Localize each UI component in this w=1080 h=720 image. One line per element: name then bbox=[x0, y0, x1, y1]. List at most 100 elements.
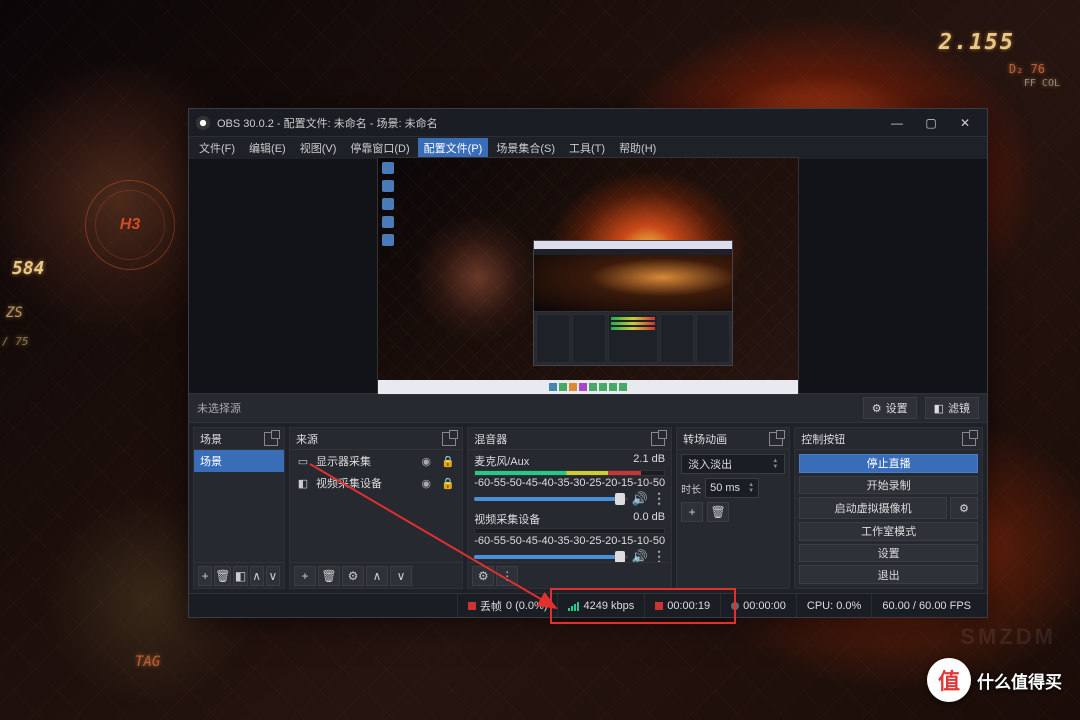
move-down-button[interactable]: ∨ bbox=[390, 566, 412, 586]
window-title: OBS 30.0.2 - 配置文件: 未命名 - 场景: 未命名 bbox=[217, 115, 881, 131]
speaker-icon[interactable]: 🔊 bbox=[632, 491, 648, 507]
menu-tools[interactable]: 工具(T) bbox=[563, 138, 611, 158]
menu-file[interactable]: 文件(F) bbox=[193, 138, 241, 158]
source-settings-button[interactable]: ⚙ bbox=[342, 566, 364, 586]
add-source-button[interactable]: + bbox=[294, 566, 316, 586]
audio-meter bbox=[474, 528, 665, 534]
hud-circle bbox=[95, 190, 165, 260]
settings-button[interactable]: 设置 bbox=[799, 544, 978, 563]
volume-slider[interactable] bbox=[474, 497, 628, 501]
start-recording-button[interactable]: 开始录制 bbox=[799, 476, 978, 495]
transitions-dock: 转场动画 淡入淡出▲▼ 时长 50 ms▲▼ + 🗑 bbox=[676, 427, 790, 589]
menu-profile[interactable]: 配置文件(P) bbox=[418, 138, 489, 158]
virtual-camera-button[interactable]: 启动虚拟摄像机 bbox=[799, 497, 947, 519]
channel-menu-icon[interactable]: ⋮ bbox=[652, 490, 665, 507]
channel-db: 0.0 dB bbox=[633, 511, 665, 527]
mixer-settings-button[interactable]: ⚙ bbox=[472, 566, 494, 586]
exit-button[interactable]: 退出 bbox=[799, 565, 978, 584]
filter-icon: ◧ bbox=[934, 402, 944, 415]
move-up-button[interactable]: ∧ bbox=[250, 566, 264, 586]
speaker-icon[interactable]: 🔊 bbox=[632, 549, 648, 563]
menu-scene-collection[interactable]: 场景集合(S) bbox=[490, 138, 561, 158]
display-icon: ▭ bbox=[296, 455, 310, 468]
visibility-icon[interactable]: ◉ bbox=[418, 455, 434, 468]
dropped-frames: 丢帧 0 (0.0%) bbox=[457, 594, 558, 617]
desktop-icons bbox=[382, 162, 394, 246]
visibility-icon[interactable]: ◉ bbox=[418, 477, 434, 490]
studio-mode-button[interactable]: 工作室模式 bbox=[799, 522, 978, 541]
properties-button[interactable]: ⚙设置 bbox=[863, 397, 917, 419]
docks-row: 场景 场景 + 🗑 ◧ ∧ ∨ 来源 ▭ 显示器采集 ◉ 🔒 bbox=[189, 423, 987, 593]
preview-canvas[interactable] bbox=[378, 158, 798, 394]
popout-icon[interactable] bbox=[264, 432, 278, 446]
stream-indicator-icon bbox=[468, 602, 476, 610]
titlebar[interactable]: OBS 30.0.2 - 配置文件: 未命名 - 场景: 未命名 ― ▢ ✕ bbox=[189, 109, 987, 137]
lock-icon[interactable]: 🔒 bbox=[440, 455, 456, 468]
hud-label: FF COL bbox=[1024, 78, 1060, 89]
dock-title: 场景 bbox=[200, 431, 222, 447]
scene-filter-button[interactable]: ◧ bbox=[233, 566, 247, 586]
filters-button[interactable]: ◧滤镜 bbox=[925, 397, 979, 419]
move-down-button[interactable]: ∨ bbox=[266, 566, 280, 586]
lock-icon[interactable]: 🔒 bbox=[440, 477, 456, 490]
channel-menu-icon[interactable]: ⋮ bbox=[652, 548, 665, 562]
dock-title: 混音器 bbox=[474, 431, 507, 447]
live-indicator-icon bbox=[655, 602, 663, 610]
remove-transition-button[interactable]: 🗑 bbox=[707, 502, 729, 522]
hud-label: D₂ 76 bbox=[1009, 62, 1045, 76]
watermark-faint: SMZDM bbox=[960, 624, 1056, 650]
watermark-text: 什么值得买 bbox=[977, 668, 1062, 693]
channel-name: 麦克风/Aux bbox=[474, 453, 529, 469]
transition-select[interactable]: 淡入淡出▲▼ bbox=[681, 454, 785, 474]
sources-dock: 来源 ▭ 显示器采集 ◉ 🔒 ◧ 视频采集设备 ◉ 🔒 + 🗑 ⚙ bbox=[289, 427, 463, 589]
menu-view[interactable]: 视图(V) bbox=[294, 138, 343, 158]
hud-label: TAG bbox=[135, 654, 160, 670]
add-scene-button[interactable]: + bbox=[198, 566, 212, 586]
channel-name: 视频采集设备 bbox=[474, 511, 540, 527]
taskbar-preview bbox=[378, 380, 798, 394]
source-item[interactable]: ◧ 视频采集设备 ◉ 🔒 bbox=[290, 472, 462, 494]
meter-ticks: -60-55-50-45-40-35-30-25-20-15-10-50 bbox=[474, 535, 665, 547]
meter-ticks: -60-55-50-45-40-35-30-25-20-15-10-50 bbox=[474, 477, 665, 489]
scene-item[interactable]: 场景 bbox=[194, 450, 284, 472]
duration-input[interactable]: 50 ms▲▼ bbox=[705, 478, 759, 498]
gear-icon: ⚙ bbox=[872, 402, 882, 415]
watermark-badge-icon: 值 bbox=[927, 658, 971, 702]
source-name: 视频采集设备 bbox=[316, 475, 412, 491]
scenes-dock: 场景 场景 + 🗑 ◧ ∧ ∨ bbox=[193, 427, 285, 589]
add-transition-button[interactable]: + bbox=[681, 502, 703, 522]
mixer-channel: 麦克风/Aux2.1 dB -60-55-50-45-40-35-30-25-2… bbox=[468, 450, 671, 508]
popout-icon[interactable] bbox=[442, 432, 456, 446]
mixer-dock: 混音器 麦克风/Aux2.1 dB -60-55-50-45-40-35-30-… bbox=[467, 427, 672, 589]
menu-dock[interactable]: 停靠窗口(D) bbox=[344, 138, 415, 158]
status-bar: 丢帧 0 (0.0%) 4249 kbps 00:00:19 00:00:00 … bbox=[189, 593, 987, 617]
preview-area[interactable] bbox=[189, 159, 987, 393]
popout-icon[interactable] bbox=[769, 432, 783, 446]
maximize-button[interactable]: ▢ bbox=[915, 112, 947, 134]
menubar: 文件(F) 编辑(E) 视图(V) 停靠窗口(D) 配置文件(P) 场景集合(S… bbox=[189, 137, 987, 159]
source-name: 显示器采集 bbox=[316, 453, 412, 469]
popout-icon[interactable] bbox=[962, 432, 976, 446]
duration-label: 时长 bbox=[681, 481, 701, 496]
spinner-icon: ▲▼ bbox=[748, 482, 754, 494]
menu-edit[interactable]: 编辑(E) bbox=[243, 138, 292, 158]
volume-slider[interactable] bbox=[474, 555, 628, 559]
virtual-camera-settings-button[interactable]: ⚙ bbox=[950, 497, 978, 519]
signal-icon bbox=[568, 601, 579, 611]
nested-obs-preview bbox=[533, 240, 733, 366]
close-button[interactable]: ✕ bbox=[949, 112, 981, 134]
hud-number: 2.155 bbox=[939, 30, 1015, 55]
menu-help[interactable]: 帮助(H) bbox=[613, 138, 662, 158]
hud-number: 584 bbox=[12, 258, 45, 279]
popout-icon[interactable] bbox=[651, 432, 665, 446]
mixer-menu-button[interactable]: ⋮ bbox=[496, 566, 518, 586]
hud-label: / 75 bbox=[2, 335, 29, 348]
minimize-button[interactable]: ― bbox=[881, 112, 913, 134]
move-up-button[interactable]: ∧ bbox=[366, 566, 388, 586]
remove-source-button[interactable]: 🗑 bbox=[318, 566, 340, 586]
spinner-icon: ▲▼ bbox=[772, 458, 778, 470]
remove-scene-button[interactable]: 🗑 bbox=[214, 566, 231, 586]
stop-streaming-button[interactable]: 停止直播 bbox=[799, 454, 978, 473]
source-item[interactable]: ▭ 显示器采集 ◉ 🔒 bbox=[290, 450, 462, 472]
hud-label: ZS bbox=[6, 305, 23, 321]
